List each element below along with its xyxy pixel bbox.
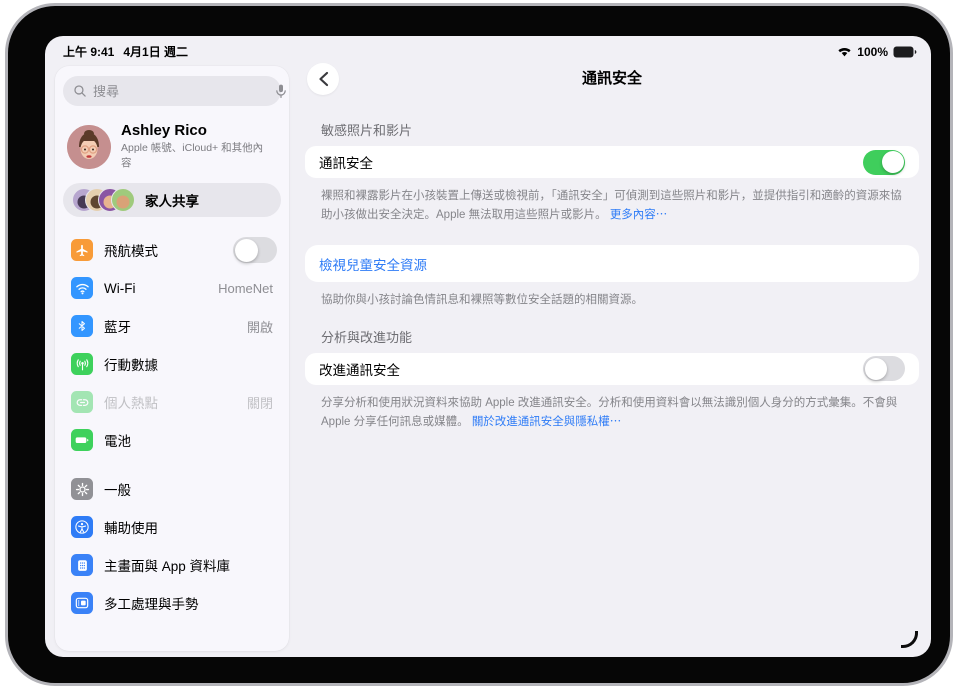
sidebar-group-divider [63, 459, 281, 470]
bluetooth-icon [71, 315, 93, 337]
ipad-screenshot: 上午 9:41 4月1日 週二 100% [0, 0, 958, 689]
search-field[interactable] [63, 76, 281, 106]
sidebar-item-hotspot[interactable]: 個人熱點 關閉 [63, 383, 281, 421]
improve-communication-safety-row: 改進通訊安全 [305, 353, 919, 385]
status-time: 上午 9:41 [63, 43, 114, 60]
sidebar-list: 飛航模式 Wi-Fi HomeNet 藍牙 [55, 231, 289, 622]
analytics-footnote: 分享分析和使用狀況資料來協助 Apple 改進通訊安全。分析和使用資料會以無法識… [321, 394, 903, 431]
accessibility-icon [71, 516, 93, 538]
wifi-value: HomeNet [218, 281, 277, 296]
back-button[interactable] [307, 63, 339, 95]
mic-icon[interactable] [275, 84, 287, 99]
communication-safety-page: 通訊安全 敏感照片和影片 通訊安全 裸照和裸露影片在小孩裝置上傳送或檢視前，「通… [289, 36, 931, 657]
avatar [67, 125, 111, 169]
hotspot-icon [71, 391, 93, 413]
sidebar-item-wifi[interactable]: Wi-Fi HomeNet [63, 269, 281, 307]
resources-footnote: 協助你與小孩討論色情訊息和裸照等數位安全話題的相關資源。 [321, 291, 903, 310]
sidebar-item-multitasking[interactable]: 多工處理與手勢 [63, 584, 281, 622]
hotspot-value: 關閉 [247, 393, 277, 412]
homescreen-icon [71, 554, 93, 576]
sidebar-item-cellular[interactable]: 行動數據 [63, 345, 281, 383]
family-sharing-label: 家人共享 [145, 190, 199, 210]
sidebar-item-general[interactable]: 一般 [63, 470, 281, 508]
learn-more-link[interactable]: 更多內容⋯ [610, 209, 668, 221]
battery-icon [71, 429, 93, 451]
profile-row[interactable]: Ashley Rico Apple 帳號、iCloud+ 和其他內容 [67, 122, 277, 171]
view-child-safety-resources-button[interactable]: 檢視兒童安全資源 [305, 245, 919, 282]
bluetooth-value: 開啟 [247, 317, 277, 336]
multitask-icon [71, 592, 93, 614]
search-icon [73, 84, 87, 98]
family-avatars [72, 188, 135, 212]
sidebar-item-battery[interactable]: 電池 [63, 421, 281, 459]
about-privacy-link[interactable]: 關於改進通訊安全與隱私權⋯ [472, 416, 622, 428]
sidebar-item-bluetooth[interactable]: 藍牙 開啟 [63, 307, 281, 345]
profile-name: Ashley Rico [121, 122, 271, 139]
wifi-icon [71, 277, 93, 299]
sidebar-item-home-screen[interactable]: 主畫面與 App 資料庫 [63, 546, 281, 584]
family-sharing-row[interactable]: 家人共享 [63, 183, 281, 217]
section-header-analytics: 分析與改進功能 [321, 327, 903, 346]
cellular-icon [71, 353, 93, 375]
screen: 上午 9:41 4月1日 週二 100% [45, 36, 931, 657]
chevron-left-icon [317, 71, 330, 87]
profile-subtitle: Apple 帳號、iCloud+ 和其他內容 [121, 141, 271, 171]
nav-bar: 通訊安全 [305, 63, 919, 95]
status-date: 4月1日 週二 [123, 43, 188, 60]
sidebar-item-accessibility[interactable]: 輔助使用 [63, 508, 281, 546]
improve-communication-safety-toggle[interactable] [863, 356, 905, 381]
communication-safety-toggle[interactable] [863, 150, 905, 175]
gear-icon [71, 478, 93, 500]
sidebar-item-airplane-mode[interactable]: 飛航模式 [63, 231, 281, 269]
airplane-icon [71, 239, 93, 261]
airplane-mode-toggle[interactable] [233, 237, 277, 263]
section-header-sensitive: 敏感照片和影片 [321, 120, 903, 139]
page-title: 通訊安全 [305, 63, 919, 95]
search-input[interactable] [93, 84, 269, 99]
communication-safety-footnote: 裸照和裸露影片在小孩裝置上傳送或檢視前，「通訊安全」可偵測到這些照片和影片，並提… [321, 187, 903, 224]
device-bezel: 上午 9:41 4月1日 週二 100% [5, 3, 953, 686]
settings-sidebar: Ashley Rico Apple 帳號、iCloud+ 和其他內容 家人共享 [55, 66, 289, 651]
communication-safety-row: 通訊安全 [305, 146, 919, 178]
